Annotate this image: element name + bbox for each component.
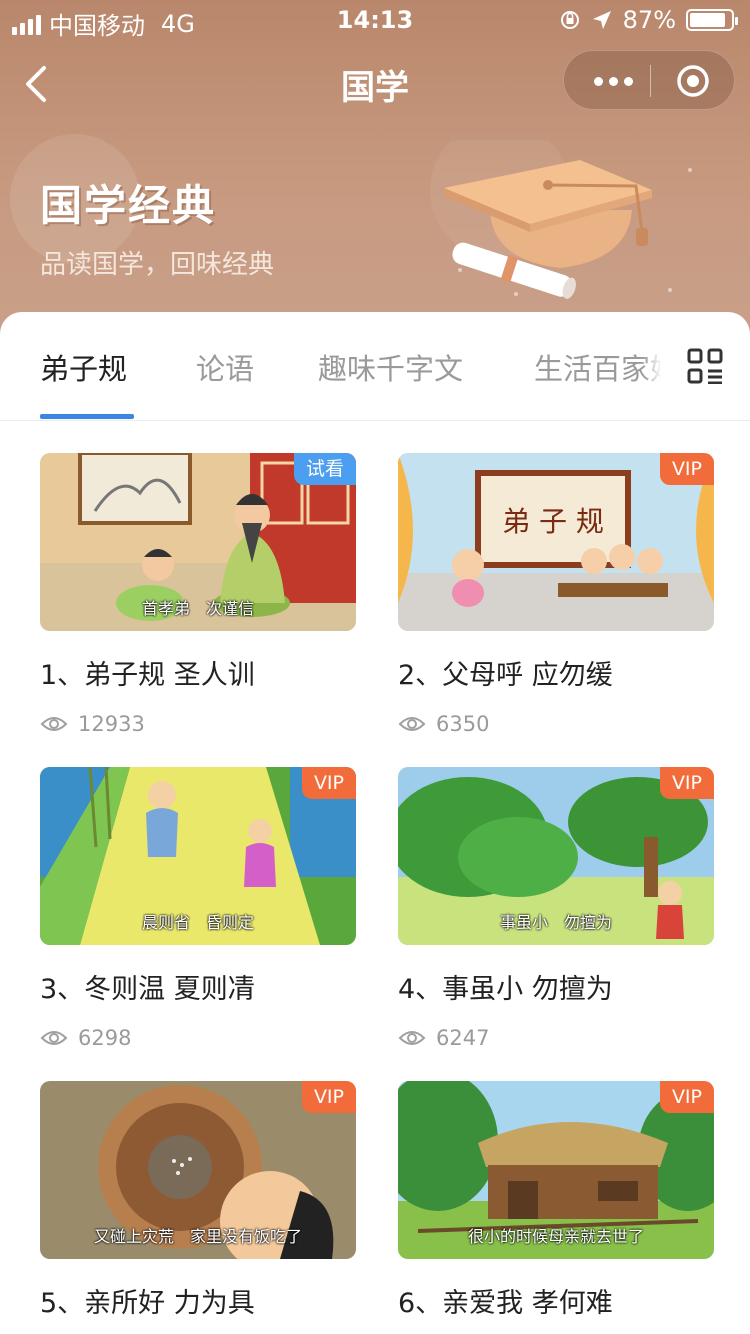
graduation-cap-icon <box>430 140 692 299</box>
video-thumbnail[interactable]: VIP 很小的时候母亲就去世了 <box>398 1081 714 1259</box>
location-icon <box>592 11 611 29</box>
vip-badge: VIP <box>301 1081 356 1113</box>
video-caption: 很小的时候母亲就去世了 <box>467 1227 644 1246</box>
more-icon[interactable] <box>594 77 633 86</box>
vip-badge: VIP <box>659 1081 714 1113</box>
content-panel: 弟子规 论语 趣味千字文 生活百家姓 <box>0 312 750 1334</box>
view-count-value: 12933 <box>78 712 145 736</box>
vip-badge: VIP <box>301 767 356 799</box>
mini-program-capsule <box>563 50 735 110</box>
orientation-lock-icon <box>560 11 579 29</box>
hero-title: 国学经典 <box>40 181 217 230</box>
video-thumbnail[interactable]: 试看 首孝弟 次谨信 <box>40 453 356 631</box>
hero-subtitle: 品读国学，回味经典 <box>40 250 275 280</box>
video-caption: 晨则省 昏则定 <box>141 913 254 932</box>
video-card[interactable]: 试看 首孝弟 次谨信 1、弟子规 圣人训 12933 <box>40 453 356 736</box>
eye-icon <box>398 717 426 731</box>
vip-badge: VIP <box>659 767 714 799</box>
view-count-value: 6247 <box>436 1026 490 1050</box>
active-tab-indicator <box>40 414 134 419</box>
view-count-value: 6298 <box>78 1026 132 1050</box>
video-title[interactable]: 6、亲爱我 孝何难 <box>398 1281 714 1320</box>
video-caption: 首孝弟 次谨信 <box>141 599 254 618</box>
vip-badge: VIP <box>659 453 714 485</box>
close-target-icon[interactable] <box>676 64 710 98</box>
tab-dizigui[interactable]: 弟子规 <box>40 346 127 388</box>
video-card[interactable]: VIP 很小的时候母亲就去世了 6、亲爱我 孝何难 <box>398 1081 714 1320</box>
view-count: 6247 <box>398 1026 714 1050</box>
view-count: 6298 <box>40 1026 356 1050</box>
tab-lunyu[interactable]: 论语 <box>196 346 254 388</box>
tab-qianziwen[interactable]: 趣味千字文 <box>318 346 463 388</box>
battery-percent: 87% <box>622 6 676 34</box>
battery-icon <box>686 9 738 31</box>
video-caption: 又碰上灾荒 家里没有饭吃了 <box>93 1227 302 1246</box>
grid-icon <box>687 348 723 384</box>
view-count: 12933 <box>40 712 356 736</box>
all-categories-button[interactable] <box>662 334 750 404</box>
video-title[interactable]: 1、弟子规 圣人训 <box>40 653 356 692</box>
video-title[interactable]: 3、冬则温 夏则凊 <box>40 967 356 1006</box>
video-thumbnail[interactable]: VIP 晨则省 昏则定 <box>40 767 356 945</box>
nav-bar: 国学 <box>0 44 750 124</box>
video-title[interactable]: 4、事虽小 勿擅为 <box>398 967 714 1006</box>
video-thumbnail[interactable]: 弟 子 规 VIP <box>398 453 714 631</box>
video-caption: 事虽小 勿擅为 <box>499 913 612 932</box>
trial-badge: 试看 <box>293 453 356 485</box>
eye-icon <box>398 1031 426 1045</box>
category-tabs: 弟子规 论语 趣味千字文 生活百家姓 <box>0 312 750 421</box>
video-title[interactable]: 2、父母呼 应勿缓 <box>398 653 714 692</box>
video-title[interactable]: 5、亲所好 力为具 <box>40 1281 356 1320</box>
view-count-value: 6350 <box>436 712 490 736</box>
video-card[interactable]: VIP 晨则省 昏则定 3、冬则温 夏则凊 6298 <box>40 767 356 1050</box>
capsule-divider <box>650 65 651 97</box>
status-bar: 中国移动 4G 14:13 87% <box>0 0 750 40</box>
video-thumbnail[interactable]: VIP 事虽小 勿擅为 <box>398 767 714 945</box>
eye-icon <box>40 1031 68 1045</box>
video-thumbnail[interactable]: VIP 又碰上灾荒 家里没有饭吃了 <box>40 1081 356 1259</box>
view-count: 6350 <box>398 712 714 736</box>
eye-icon <box>40 717 68 731</box>
svg-text:弟 子 规: 弟 子 规 <box>502 505 604 538</box>
video-card[interactable]: 弟 子 规 VIP 2、父母呼 应勿缓 6350 <box>398 453 714 736</box>
header-banner: 中国移动 4G 14:13 87% 国学 国学经典 品读国学，回味经典 <box>0 0 750 340</box>
video-card[interactable]: VIP 事虽小 勿擅为 4、事虽小 勿擅为 6247 <box>398 767 714 1050</box>
video-card[interactable]: VIP 又碰上灾荒 家里没有饭吃了 5、亲所好 力为具 <box>40 1081 356 1320</box>
tab-baijiaxing[interactable]: 生活百家姓 <box>534 346 660 388</box>
